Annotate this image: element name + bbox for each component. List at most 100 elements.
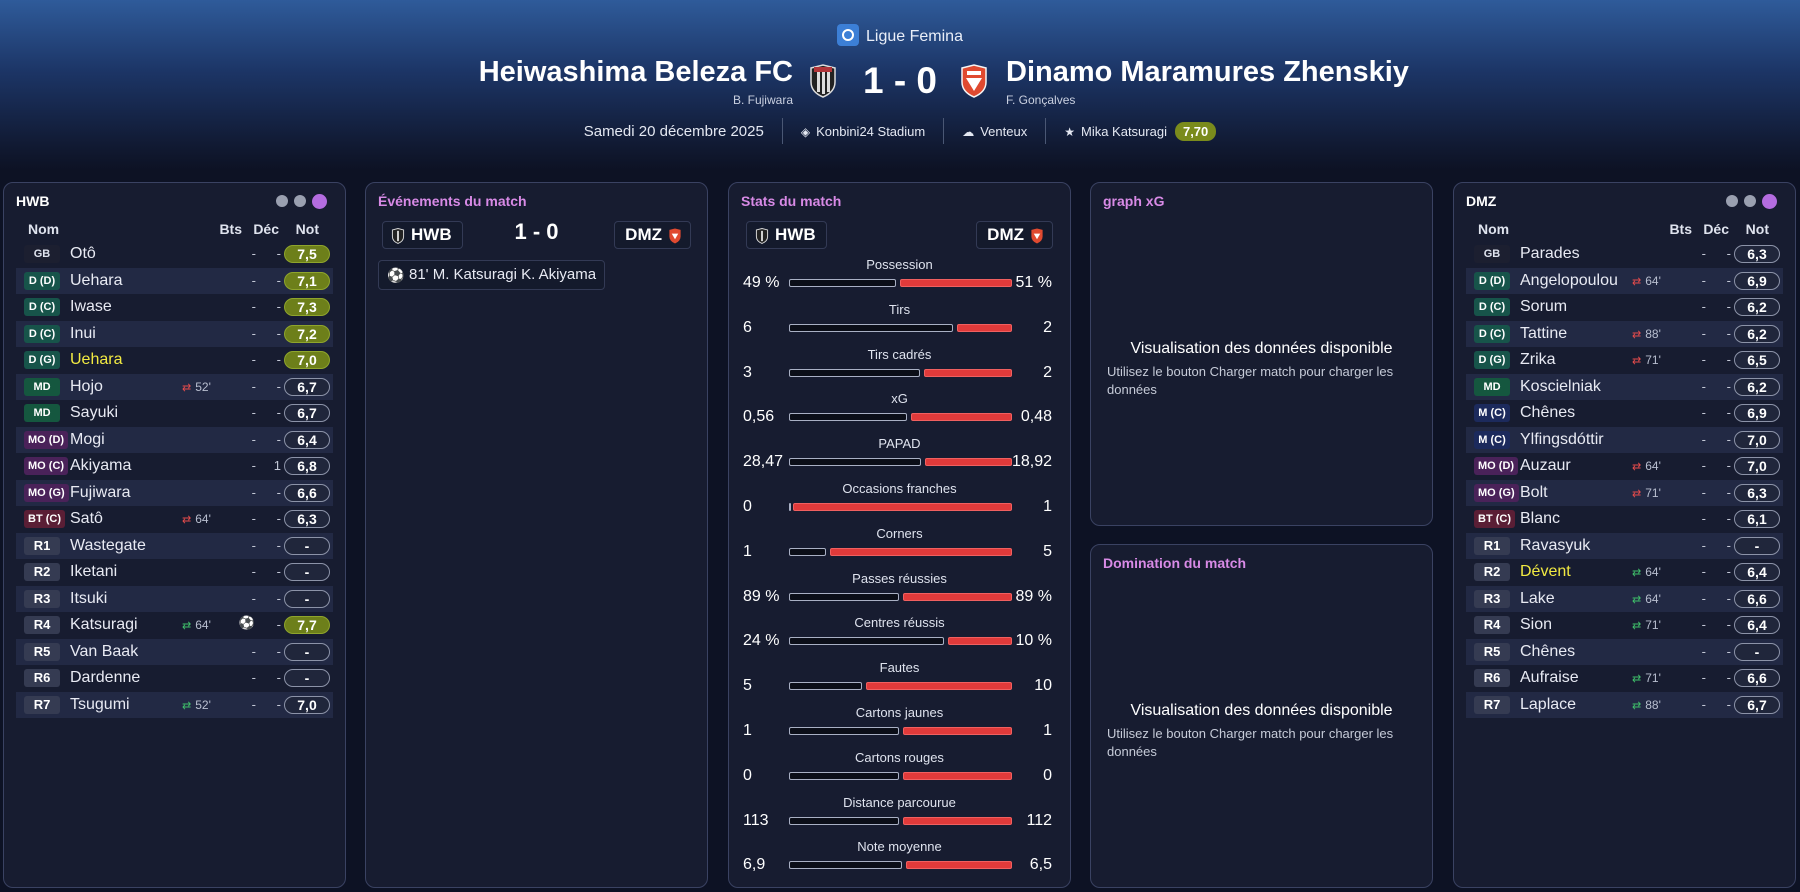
col-dec[interactable]: Déc: [1703, 221, 1729, 237]
player-row[interactable]: GB Parades - -6,3: [1466, 241, 1783, 268]
player-row[interactable]: D (C) Tattine ⇄ 88' - -6,2: [1466, 320, 1783, 347]
player-row[interactable]: BT (C) Satô ⇄ 64' - -6,3: [16, 506, 333, 533]
player-name[interactable]: Parades: [1520, 245, 1580, 263]
player-row[interactable]: R3 Itsuki - - -: [16, 585, 333, 612]
player-row[interactable]: D (G) Zrika ⇄ 71' - -6,5: [1466, 347, 1783, 374]
player-row[interactable]: MD Sayuki - -6,7: [16, 400, 333, 427]
league-label[interactable]: Ligue Femina: [0, 24, 1800, 46]
view-dot[interactable]: [276, 195, 288, 207]
player-name[interactable]: Satô: [70, 510, 103, 528]
player-row[interactable]: R1 Ravasyuk - - -: [1466, 532, 1783, 559]
player-row[interactable]: MO (G) Fujiwara - -6,6: [16, 479, 333, 506]
player-name[interactable]: Laplace: [1520, 696, 1576, 714]
player-name[interactable]: Sion: [1520, 616, 1552, 634]
player-row[interactable]: R2 Iketani - - -: [16, 559, 333, 586]
player-name[interactable]: Tattine: [1520, 325, 1567, 343]
player-row[interactable]: D (D) Uehara - -7,1: [16, 267, 333, 294]
player-name[interactable]: Lake: [1520, 590, 1555, 608]
col-rating[interactable]: Not: [296, 221, 319, 237]
player-row[interactable]: R6 Dardenne - - -: [16, 665, 333, 692]
player-name[interactable]: Inui: [70, 325, 96, 343]
player-row[interactable]: D (D) Angelopoulou ⇄ 64' - -6,9: [1466, 267, 1783, 294]
player-name[interactable]: Mogi: [70, 431, 105, 449]
player-name[interactable]: Sayuki: [70, 404, 118, 422]
col-dec[interactable]: Déc: [253, 221, 279, 237]
player-row[interactable]: R6 Aufraise ⇄ 71' - -6,6: [1466, 665, 1783, 692]
player-name[interactable]: Koscielniak: [1520, 378, 1601, 396]
player-name[interactable]: Otô: [70, 245, 96, 263]
player-name[interactable]: Blanc: [1520, 510, 1560, 528]
player-row[interactable]: D (C) Inui - -7,2: [16, 320, 333, 347]
player-row[interactable]: R5 Van Baak - - -: [16, 638, 333, 665]
stat-home-value: 113: [743, 811, 769, 829]
player-name[interactable]: Ylfingsdóttir: [1520, 431, 1604, 449]
player-row[interactable]: BT (C) Blanc - -6,1: [1466, 506, 1783, 533]
view-dot[interactable]: [1726, 195, 1738, 207]
player-row[interactable]: MO (G) Bolt ⇄ 71' - -6,3: [1466, 479, 1783, 506]
player-row[interactable]: R4 Katsuragi ⇄ 64' ⚽ -7,7: [16, 612, 333, 639]
player-row[interactable]: GB Otô - -7,5: [16, 241, 333, 268]
view-dot[interactable]: [294, 195, 306, 207]
player-row[interactable]: MD Hojo ⇄ 52' - -6,7: [16, 373, 333, 400]
player-name[interactable]: Itsuki: [70, 590, 107, 608]
player-name[interactable]: Van Baak: [70, 643, 138, 661]
player-row[interactable]: M (C) Chênes - -6,9: [1466, 400, 1783, 427]
player-name[interactable]: Uehara: [70, 351, 122, 369]
player-row[interactable]: M (C) Ylfingsdóttir - -7,0: [1466, 426, 1783, 453]
player-row[interactable]: R7 Tsugumi ⇄ 52' - -7,0: [16, 691, 333, 718]
player-name[interactable]: Aufraise: [1520, 669, 1579, 687]
home-stat-bar: [789, 816, 899, 825]
player-row[interactable]: D (C) Iwase - -7,3: [16, 294, 333, 321]
player-row[interactable]: R7 Laplace ⇄ 88' - -6,7: [1466, 691, 1783, 718]
view-dot-active[interactable]: [312, 194, 327, 209]
player-row[interactable]: D (G) Uehara - -7,0: [16, 347, 333, 374]
player-row[interactable]: R3 Lake ⇄ 64' - -6,6: [1466, 585, 1783, 612]
player-name[interactable]: Iwase: [70, 298, 112, 316]
player-name[interactable]: Tsugumi: [70, 696, 130, 714]
player-row[interactable]: R5 Chênes - - -: [1466, 638, 1783, 665]
view-dot[interactable]: [1744, 195, 1756, 207]
goal-event[interactable]: ⚽ 81' M. Katsuragi K. Akiyama: [378, 260, 606, 290]
player-row[interactable]: MO (C) Akiyama - 1 6,8: [16, 453, 333, 480]
view-toggle[interactable]: [270, 194, 327, 212]
player-row[interactable]: R2 Dévent ⇄ 64' - -6,4: [1466, 559, 1783, 586]
player-name[interactable]: Ravasyuk: [1520, 537, 1590, 555]
player-name[interactable]: Hojo: [70, 378, 103, 396]
player-name[interactable]: Dévent: [1520, 563, 1571, 581]
player-row[interactable]: R1 Wastegate - - -: [16, 532, 333, 559]
sub-minute: 88': [1645, 697, 1661, 712]
stat-label: Distance parcourue: [843, 794, 956, 810]
player-name[interactable]: Akiyama: [70, 457, 131, 475]
player-of-match[interactable]: ★ Mika Katsuragi 7,70: [1064, 121, 1217, 141]
player-name[interactable]: Auzaur: [1520, 457, 1571, 475]
col-name[interactable]: Nom: [28, 221, 59, 237]
col-name[interactable]: Nom: [1478, 221, 1509, 237]
player-name[interactable]: Wastegate: [70, 537, 146, 555]
away-team-chip[interactable]: DMZ: [976, 221, 1053, 249]
view-toggle[interactable]: [1720, 194, 1777, 212]
player-row[interactable]: D (C) Sorum - -6,2: [1466, 294, 1783, 321]
player-name[interactable]: Sorum: [1520, 298, 1567, 316]
view-dot-active[interactable]: [1762, 194, 1777, 209]
player-name[interactable]: Chênes: [1520, 404, 1575, 422]
player-name[interactable]: Dardenne: [70, 669, 140, 687]
player-name[interactable]: Katsuragi: [70, 616, 138, 634]
player-row[interactable]: MO (D) Auzaur ⇄ 64' - -7,0: [1466, 453, 1783, 480]
away-team-name[interactable]: Dinamo Maramures Zhenskiy: [1006, 56, 1409, 89]
player-name[interactable]: Angelopoulou: [1520, 272, 1618, 290]
player-name[interactable]: Iketani: [70, 563, 117, 581]
col-rating[interactable]: Not: [1746, 221, 1769, 237]
player-name[interactable]: Zrika: [1520, 351, 1556, 369]
player-name[interactable]: Chênes: [1520, 643, 1575, 661]
player-row[interactable]: MO (D) Mogi - -6,4: [16, 426, 333, 453]
player-row[interactable]: MD Koscielniak - -6,2: [1466, 373, 1783, 400]
player-name[interactable]: Uehara: [70, 272, 122, 290]
col-goals[interactable]: Bts: [219, 221, 242, 237]
away-team-chip[interactable]: DMZ: [614, 221, 691, 249]
home-team-chip[interactable]: HWB: [746, 221, 827, 249]
home-team-name[interactable]: Heiwashima Beleza FC: [479, 56, 793, 89]
player-row[interactable]: R4 Sion ⇄ 71' - -6,4: [1466, 612, 1783, 639]
player-name[interactable]: Fujiwara: [70, 484, 130, 502]
col-goals[interactable]: Bts: [1669, 221, 1692, 237]
player-name[interactable]: Bolt: [1520, 484, 1548, 502]
